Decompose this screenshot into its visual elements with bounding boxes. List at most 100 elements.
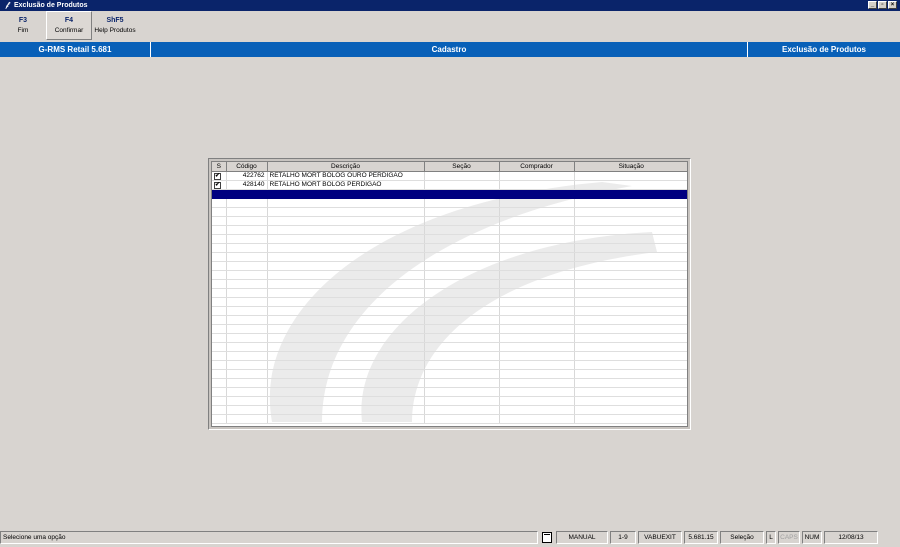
row-checkbox[interactable]: ✔ (212, 180, 227, 190)
fim-button[interactable]: F3 Fim (0, 11, 46, 40)
cell-empty[interactable] (212, 279, 227, 289)
minimize-button[interactable]: _ (868, 1, 877, 9)
col-header-comprador[interactable]: Comprador (499, 162, 575, 172)
cell-empty (226, 279, 268, 289)
cell-empty (574, 405, 687, 415)
table-row[interactable] (212, 369, 687, 379)
cell-empty (499, 189, 575, 199)
cell-empty (267, 351, 425, 361)
cell-empty[interactable] (212, 261, 227, 271)
cell-empty[interactable] (212, 207, 227, 217)
cell-empty[interactable] (212, 324, 227, 334)
cell-descricao: RETALHO MORT BOLOG PERDIGAO (267, 180, 425, 190)
cell-empty (574, 369, 687, 379)
col-header-secao[interactable]: Seção (424, 162, 500, 172)
cell-empty[interactable] (212, 396, 227, 406)
table-row[interactable] (212, 351, 687, 361)
table-row[interactable]: ✔ 428140 RETALHO MORT BOLOG PERDIGAO (212, 180, 687, 190)
cell-empty[interactable] (212, 333, 227, 343)
table-row[interactable] (212, 396, 687, 406)
table-row[interactable] (212, 360, 687, 370)
app-icon: 𝒻 (5, 1, 9, 9)
table-row[interactable] (212, 207, 687, 217)
cell-empty (424, 360, 500, 370)
help-produtos-button[interactable]: ShF5 Help Produtos (92, 11, 138, 40)
cell-empty[interactable] (212, 342, 227, 352)
table-row[interactable] (212, 414, 687, 424)
cell-empty (499, 387, 575, 397)
col-header-situacao[interactable]: Situação (574, 162, 687, 172)
cell-empty[interactable] (212, 225, 227, 235)
close-button[interactable]: × (888, 1, 897, 9)
table-row[interactable] (212, 315, 687, 325)
cell-empty (226, 405, 268, 415)
cell-empty[interactable] (212, 234, 227, 244)
cell-empty (267, 297, 425, 307)
table-row[interactable] (212, 261, 687, 271)
status-lock: L (766, 531, 776, 544)
table-row[interactable] (212, 378, 687, 388)
cell-empty (267, 216, 425, 226)
cell-empty[interactable] (212, 369, 227, 379)
cell-empty[interactable] (212, 252, 227, 262)
col-header-codigo[interactable]: Código (226, 162, 268, 172)
cell-empty (267, 378, 425, 388)
cell-empty[interactable] (212, 360, 227, 370)
cell-empty[interactable] (212, 387, 227, 397)
table-row[interactable] (212, 288, 687, 298)
cell-empty (267, 387, 425, 397)
cell-empty[interactable] (212, 351, 227, 361)
cell-empty (226, 342, 268, 352)
restore-button[interactable]: ▫ (878, 1, 887, 9)
table-row[interactable] (212, 225, 687, 235)
table-row[interactable] (212, 234, 687, 244)
product-grid[interactable]: S Código Descrição Seção Comprador Situa… (211, 161, 688, 427)
cell-empty[interactable] (212, 288, 227, 298)
table-row[interactable] (212, 306, 687, 316)
confirmar-button[interactable]: F4 Confirmar (46, 11, 92, 40)
cell-empty (267, 306, 425, 316)
cell-empty[interactable] (212, 315, 227, 325)
cell-empty (574, 351, 687, 361)
table-row[interactable] (212, 279, 687, 289)
table-row[interactable] (212, 405, 687, 415)
cell-empty[interactable] (212, 243, 227, 253)
cell-empty[interactable] (212, 378, 227, 388)
table-header-row: S Código Descrição Seção Comprador Situa… (212, 162, 687, 172)
cell-empty[interactable] (212, 198, 227, 208)
cell-empty (574, 360, 687, 370)
cell-empty[interactable] (212, 306, 227, 316)
cell-empty (424, 216, 500, 226)
table-row[interactable] (212, 198, 687, 208)
cell-empty[interactable] (212, 270, 227, 280)
cell-empty[interactable] (212, 414, 227, 424)
table-row[interactable] (212, 216, 687, 226)
table-row[interactable] (212, 324, 687, 334)
table-row[interactable] (212, 252, 687, 262)
cell-empty[interactable] (212, 405, 227, 415)
cell-empty (574, 234, 687, 244)
help-produtos-label: Help Produtos (94, 27, 136, 34)
col-header-descricao[interactable]: Descrição (267, 162, 425, 172)
checkbox-checked-icon[interactable]: ✔ (214, 181, 221, 188)
status-caps: CAPS (778, 531, 800, 544)
cell-empty[interactable] (212, 216, 227, 226)
window-titlebar: 𝒻 Exclusão de Produtos _ ▫ × (0, 0, 900, 11)
table-row[interactable] (212, 270, 687, 280)
cell-empty[interactable] (212, 189, 227, 199)
table-row[interactable] (212, 342, 687, 352)
table-row[interactable] (212, 189, 687, 199)
table-row[interactable]: ✔ 422762 RETALHO MORT BOLOG OURO PERDIGAO (212, 171, 687, 181)
row-checkbox[interactable]: ✔ (212, 171, 227, 181)
confirmar-key: F4 (64, 17, 74, 24)
table-row[interactable] (212, 243, 687, 253)
cell-empty (226, 189, 268, 199)
table-row[interactable] (212, 333, 687, 343)
checkbox-checked-icon[interactable]: ✔ (214, 172, 221, 179)
table-row[interactable] (212, 297, 687, 307)
document-icon[interactable] (540, 531, 554, 544)
col-header-s[interactable]: S (212, 162, 227, 172)
table-row[interactable] (212, 387, 687, 397)
cell-empty[interactable] (212, 297, 227, 307)
cell-empty (499, 306, 575, 316)
